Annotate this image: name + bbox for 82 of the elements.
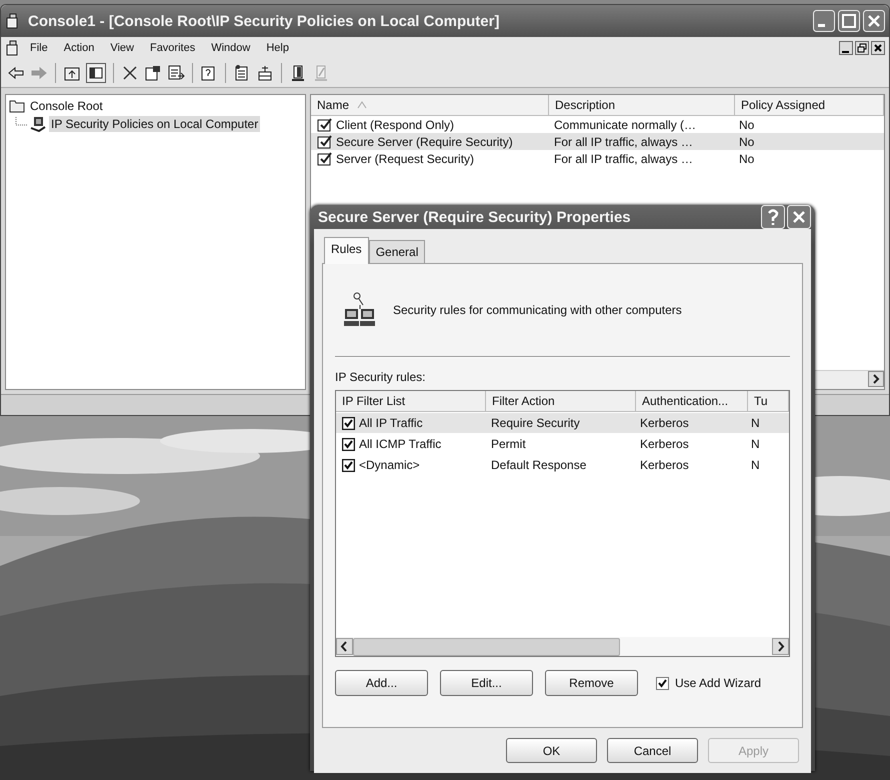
scroll-right-icon[interactable]	[868, 371, 884, 387]
tab[interactable]: General	[368, 240, 426, 263]
rule-button[interactable]: Edit...	[440, 670, 533, 696]
table-cell-text: N	[750, 437, 761, 451]
help-button-icon[interactable]	[761, 205, 785, 229]
column-header[interactable]: Name	[311, 95, 549, 115]
filter-list-name: All ICMP Traffic	[359, 437, 442, 451]
minimize-icon[interactable]	[813, 10, 835, 32]
mdi-restore-icon[interactable]	[855, 41, 869, 55]
back-arrow-icon[interactable]	[7, 64, 25, 82]
networked-computers-icon	[343, 291, 377, 329]
policy-description: For all IP traffic, always …	[553, 152, 694, 166]
menu-item[interactable]: View	[103, 40, 141, 56]
table-cell-text: N	[750, 458, 761, 472]
window-title: Console1 - [Console Root\IP Security Policies on Local Computer]	[28, 12, 500, 30]
tree-item[interactable]: IP Security Policies on Local Computer	[49, 116, 260, 132]
column-header[interactable]: Filter Action	[486, 391, 636, 411]
filter-action: Require Security	[490, 416, 581, 430]
authentication: Kerberos	[639, 437, 690, 451]
policy-assigned: No	[738, 152, 756, 166]
menu-item[interactable]: Favorites	[142, 40, 202, 56]
checkbox[interactable]	[342, 416, 355, 430]
close-icon[interactable]	[787, 205, 811, 229]
policy-assigned: No	[738, 134, 756, 148]
policy-icon	[317, 151, 333, 166]
checkbox[interactable]	[342, 438, 355, 450]
filter-list-name: <Dynamic>	[359, 458, 420, 472]
rule-button[interactable]: Remove	[545, 670, 638, 696]
menu-item[interactable]: Help	[259, 40, 296, 56]
delete-icon[interactable]	[121, 64, 139, 82]
column-header[interactable]: Authentication...	[636, 391, 748, 411]
rule-row[interactable]: All ICMP Traffic Permit Kerberos N	[336, 434, 789, 454]
dialog-button[interactable]: OK	[506, 738, 597, 763]
mdi-minimize-icon[interactable]	[839, 41, 853, 55]
menu-item[interactable]: Action	[56, 40, 102, 56]
tree-item[interactable]: Console Root	[28, 98, 105, 114]
authentication: Kerberos	[639, 416, 690, 430]
column-header[interactable]: Policy Assigned	[735, 95, 884, 115]
policy-icon	[317, 134, 333, 149]
tab[interactable]: Rules	[324, 237, 369, 264]
menu-item[interactable]: Window	[204, 40, 258, 56]
assign-policy-icon[interactable]	[289, 64, 307, 82]
pane-toggle-icon[interactable]	[86, 63, 106, 83]
policy-row[interactable]: Client (Respond Only) Communicate normally (… No	[311, 116, 884, 133]
policy-name: Server (Request Security)	[336, 152, 474, 166]
policy-name: Client (Respond Only)	[336, 118, 454, 132]
export-list-icon[interactable]	[167, 64, 185, 82]
policy-icon	[317, 117, 333, 132]
policy-description: Communicate normally (…	[553, 118, 698, 132]
filter-action: Permit	[490, 437, 527, 451]
authentication: Kerberos	[639, 458, 690, 472]
horizontal-scrollbar[interactable]	[336, 637, 789, 656]
mdi-close-icon[interactable]	[871, 41, 885, 55]
rule-row[interactable]: All IP Traffic Require Security Kerberos N	[336, 413, 789, 433]
rule-button[interactable]: Add...	[335, 670, 428, 696]
scroll-left-icon[interactable]	[336, 638, 353, 655]
checkbox[interactable]	[342, 458, 355, 472]
dialog-button[interactable]: Cancel	[607, 738, 698, 763]
dialog-title: Secure Server (Require Security) Properties	[318, 208, 631, 226]
policy-assigned: No	[738, 118, 756, 132]
filter-list-name: All IP Traffic	[359, 416, 423, 430]
description-text: Security rules for communicating with other computers	[393, 303, 682, 317]
maximize-icon[interactable]	[838, 10, 860, 32]
checkbox-label: Use Add Wizard	[675, 676, 762, 690]
table-cell-text: N	[750, 416, 761, 430]
folder-icon	[9, 98, 25, 112]
column-header[interactable]: Tu	[748, 391, 789, 411]
policy-row[interactable]: Secure Server (Require Security) For all IP traffic, always … No	[311, 133, 884, 150]
column-header[interactable]: Description	[549, 95, 735, 115]
policy-name: Secure Server (Require Security)	[336, 134, 513, 148]
rules-label: IP Security rules:	[335, 370, 426, 384]
properties-icon[interactable]	[144, 64, 162, 82]
policy-description: For all IP traffic, always …	[553, 134, 694, 148]
scroll-right-icon[interactable]	[772, 638, 789, 655]
scrollbar-thumb[interactable]	[353, 638, 620, 656]
checkbox[interactable]	[656, 676, 669, 690]
rule-row[interactable]: <Dynamic> Default Response Kerberos N	[336, 455, 789, 475]
column-header[interactable]: IP Filter List	[336, 391, 486, 411]
menu-item[interactable]: File	[23, 40, 55, 56]
policy-row[interactable]: Server (Request Security) For all IP traffic, always … No	[311, 150, 884, 167]
filter-action: Default Response	[490, 458, 588, 472]
close-icon[interactable]	[863, 10, 885, 32]
